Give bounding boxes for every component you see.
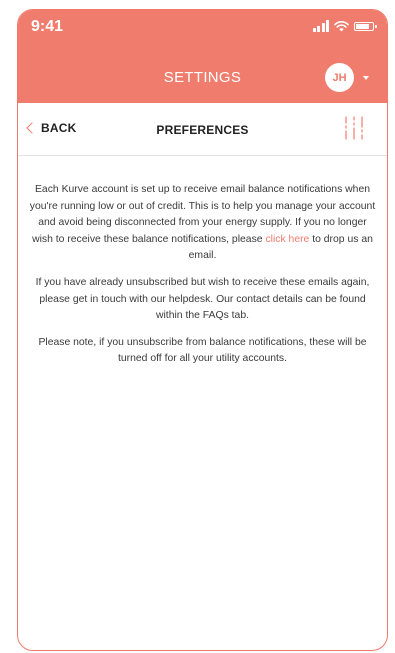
click-here-link[interactable]: click here (265, 234, 309, 245)
paragraph-note: Please note, if you unsubscribe from bal… (38, 336, 367, 365)
user-menu[interactable]: JH (325, 63, 369, 92)
battery-icon (354, 21, 377, 31)
paragraph-notifications: Each Kurve account is set up to receive … (28, 182, 377, 265)
preferences-bar: BACK PREFERENCES (18, 103, 387, 156)
preferences-content: Each Kurve account is set up to receive … (28, 182, 377, 378)
phone-frame: 9:41 SETTINGS JH BACK PREFERENCES Each K… (17, 9, 388, 651)
status-icons (312, 20, 377, 32)
avatar[interactable]: JH (325, 63, 354, 92)
wifi-icon (334, 21, 349, 32)
sliders-icon[interactable] (341, 115, 367, 141)
paragraph-resubscribe: If you have already unsubscribed but wis… (35, 276, 370, 322)
signal-icon (312, 20, 329, 32)
chevron-left-icon[interactable] (26, 122, 38, 134)
chevron-down-icon[interactable] (363, 75, 369, 80)
back-label[interactable]: BACK (41, 121, 76, 135)
status-time: 9:41 (31, 18, 64, 35)
back-button[interactable]: BACK (25, 121, 76, 135)
app-header: 9:41 SETTINGS JH (18, 10, 387, 103)
